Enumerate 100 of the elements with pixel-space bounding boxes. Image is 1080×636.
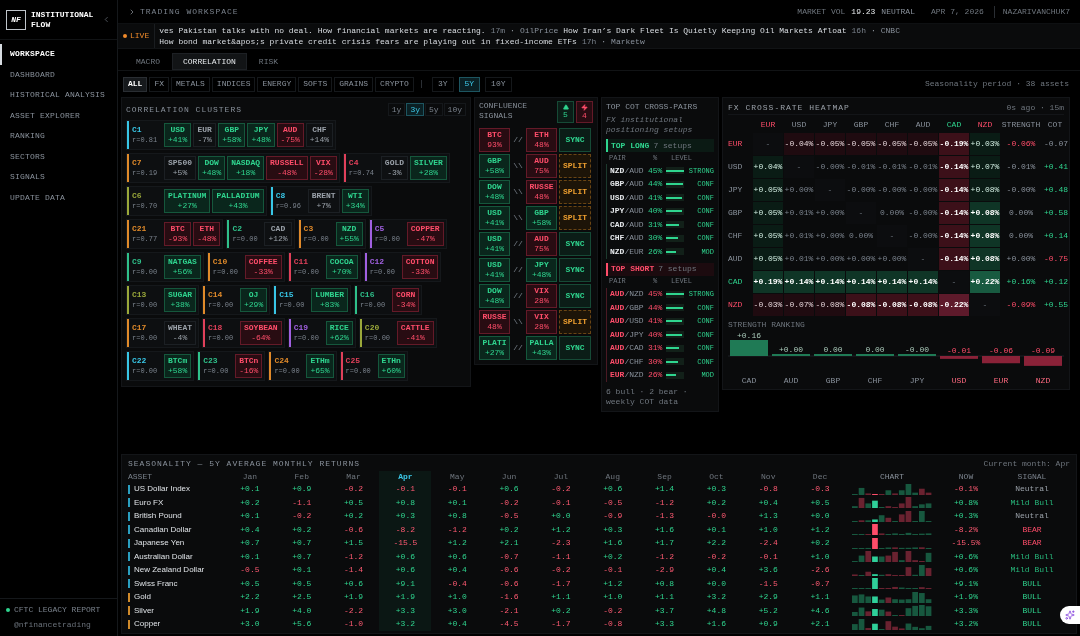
currency-pair: JPY/AUD — [610, 205, 645, 218]
asset-change: +58% — [222, 135, 242, 145]
view-tab[interactable]: RISK — [248, 53, 289, 70]
monthly-return: -1.2 — [653, 496, 676, 509]
bull-count: 5 — [563, 110, 568, 120]
signal-label: BULL — [1021, 604, 1043, 617]
asset-name: SUGAR — [168, 290, 192, 300]
asset-name: COTTON — [405, 257, 435, 267]
heatmap-cell: +0.05% — [753, 179, 783, 201]
period-filter-chip[interactable]: 5Y — [458, 76, 481, 92]
period-tab[interactable]: 5y — [425, 103, 443, 116]
market-vol-label: MARKET VOL — [797, 5, 846, 18]
heatmap-cell: -0.14% — [939, 248, 969, 270]
asset-change: -16% — [239, 366, 259, 376]
nav-item[interactable]: SECTORS — [0, 146, 117, 167]
monthly-return: -0.7 — [498, 550, 520, 563]
asset-filter-chip[interactable]: ALL — [123, 76, 148, 92]
view-tab[interactable]: MACRO — [126, 53, 170, 70]
asset-name: New Zealand Dollar — [134, 564, 205, 577]
breadcrumb-chevron-icon — [128, 7, 136, 16]
asset-name: BTC — [170, 224, 185, 234]
asset-change: -48% — [197, 234, 217, 244]
monthly-return: +1.1 — [653, 591, 676, 604]
current-return: -15.5% — [950, 537, 982, 550]
cluster-id: C19 — [293, 323, 310, 333]
monthly-return: +0.7 — [239, 537, 261, 550]
column-header: SIGNAL — [1016, 470, 1048, 483]
monthly-return: +1.1 — [550, 591, 572, 604]
asset-name: USD — [170, 125, 185, 135]
asset-filter-chip[interactable]: INDICES — [211, 76, 256, 92]
nav-item[interactable]: RANKING — [0, 126, 117, 147]
currency-pair: AUD/GBP — [610, 301, 645, 314]
monthly-return: -0.1 — [446, 483, 468, 496]
pair-percent: 40% — [648, 328, 664, 341]
strength-value: 0.00% — [1008, 207, 1034, 219]
period-tab[interactable]: 3y — [406, 103, 424, 116]
asset-filter-chip[interactable]: SOFTS — [298, 76, 333, 92]
period-filter-chip[interactable]: 10Y — [485, 76, 512, 92]
heatmap-cell-text: +0.00% — [784, 184, 814, 196]
currency-pair: AUD/CHF — [610, 355, 645, 368]
period-tab[interactable]: 1y — [387, 103, 406, 116]
heatmap-cell: -0.08% — [877, 294, 907, 316]
current-return: +3.3% — [952, 604, 979, 617]
asset-name: Japanese Yen — [134, 537, 185, 550]
panel-title: CONFLUENCE SIGNALS — [479, 101, 528, 121]
cot-value: -0.07 — [1043, 138, 1068, 150]
monthly-return: +1.9 — [342, 591, 365, 604]
period-tab[interactable]: 10y — [443, 103, 466, 116]
asset-name: USD — [487, 234, 502, 244]
nav-item[interactable]: UPDATE DATA — [0, 187, 117, 208]
asset-name: Gold — [134, 591, 151, 604]
monthly-return: -0.6 — [342, 523, 365, 536]
period-filter-chip[interactable]: 3Y — [431, 76, 454, 92]
nav-item[interactable]: DASHBOARD — [0, 64, 117, 85]
asset-change: +48% — [251, 135, 271, 145]
asset-change: -64% — [251, 333, 271, 343]
current-return: +1.9% — [952, 591, 979, 604]
nav-item[interactable]: HISTORICAL ANALYSIS — [0, 85, 117, 106]
column-header: USD — [790, 119, 808, 131]
asset-name: COCOA — [329, 257, 354, 267]
asset-name: GBP — [534, 208, 549, 218]
month-header: Sep — [656, 470, 673, 483]
heatmap-cell: +0.07% — [970, 156, 1000, 178]
monthly-return: +0.2 — [498, 523, 520, 536]
asset-filter-chip[interactable]: GRAINS — [334, 76, 374, 92]
cot-value: +0.14 — [1043, 230, 1068, 242]
monthly-return: -0.2 — [705, 550, 727, 563]
asset-filter-chip[interactable]: METALS — [171, 76, 210, 92]
asset-filter-chip[interactable]: FX — [149, 76, 169, 92]
ticker-headline[interactable]: How bond market&apos;s private credit crisis fears are playing out in fixed-income ETFs — [159, 36, 577, 47]
section-count: 7 setups — [653, 139, 692, 152]
floating-assistant-button[interactable] — [1060, 606, 1080, 624]
monthly-return: -2.3 — [550, 537, 572, 550]
monthly-return: +1.5 — [342, 537, 365, 550]
monthly-return: +0.1 — [239, 510, 261, 523]
monthly-return: +1.2 — [602, 577, 624, 590]
monthly-return: -2.9 — [653, 564, 676, 577]
monthly-return: +1.2 — [446, 537, 468, 550]
asset-filter-chip[interactable]: ENERGY — [257, 76, 297, 92]
asset-change: +12% — [268, 234, 288, 244]
panel-title: SEASONALITY — 5Y AVERAGE MONTHLY RETURNS — [128, 458, 361, 470]
user-name[interactable]: NAZARIVANCHUK7 — [993, 5, 1070, 18]
panel-subtitle: FX institutional positioning setups — [606, 115, 694, 135]
monthly-return: -0.1 — [602, 564, 624, 577]
strength-bar — [940, 356, 978, 359]
heatmap-cell: -0.08% — [908, 294, 938, 316]
asset-name: CAD — [270, 224, 286, 234]
monthly-return: -0.6 — [498, 564, 520, 577]
monthly-return: +0.6 — [498, 483, 520, 496]
view-tab[interactable]: CORRELATION — [172, 53, 247, 70]
nav-item[interactable]: SIGNALS — [0, 167, 117, 188]
nav-item[interactable]: ASSET EXPLORER — [0, 105, 117, 126]
asset-change: +58% — [484, 166, 505, 176]
ticker-headline[interactable]: ves Pakistan talks with no deal. How financial markets are reacting. — [159, 25, 486, 36]
signal-label: BEAR — [1021, 523, 1043, 536]
monthly-return: +0.2 — [291, 523, 313, 536]
ticker-headline[interactable]: How Iran’s Dark Fleet Is Quietly Keeping Oil Markets Afloat — [563, 25, 847, 36]
monthly-return: +0.6 — [602, 483, 624, 496]
asset-filter-chip[interactable]: CRYPTO — [375, 76, 414, 92]
asset-name: PLATINUM — [168, 191, 207, 201]
